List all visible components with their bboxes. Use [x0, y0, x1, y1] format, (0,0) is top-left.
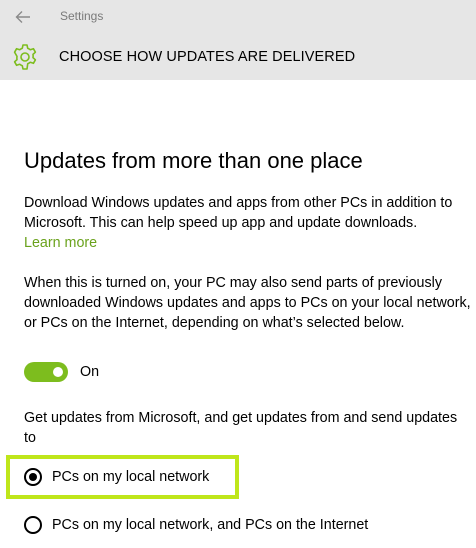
- back-arrow-icon: [15, 11, 30, 23]
- toggle-state-label: On: [80, 364, 100, 380]
- radio-prompt: Get updates from Microsoft, and get upda…: [24, 410, 458, 446]
- updates-toggle[interactable]: [24, 362, 68, 382]
- radio-option-local-network[interactable]: PCs on my local network: [24, 466, 209, 488]
- description-text: Download Windows updates and apps from o…: [24, 195, 453, 231]
- radio-dot: [29, 473, 37, 481]
- app-title: Settings: [60, 9, 104, 23]
- toggle-knob: [53, 367, 63, 377]
- radio-label: PCs on my local network, and PCs on the …: [52, 517, 369, 533]
- page-title: CHOOSE HOW UPDATES ARE DELIVERED: [59, 49, 356, 65]
- section-title: Updates from more than one place: [24, 148, 363, 173]
- radio-button-selected[interactable]: [24, 468, 42, 486]
- learn-more-link[interactable]: Learn more: [24, 233, 97, 253]
- gear-icon: [13, 44, 37, 70]
- detail-text: When this is turned on, your PC may also…: [24, 275, 471, 331]
- title-bar: Settings: [0, 0, 476, 34]
- page-header: CHOOSE HOW UPDATES ARE DELIVERED: [0, 34, 476, 80]
- radio-option-local-and-internet[interactable]: PCs on my local network, and PCs on the …: [24, 514, 368, 536]
- radio-button[interactable]: [24, 516, 42, 534]
- back-button[interactable]: [8, 5, 38, 29]
- radio-label: PCs on my local network: [52, 469, 210, 485]
